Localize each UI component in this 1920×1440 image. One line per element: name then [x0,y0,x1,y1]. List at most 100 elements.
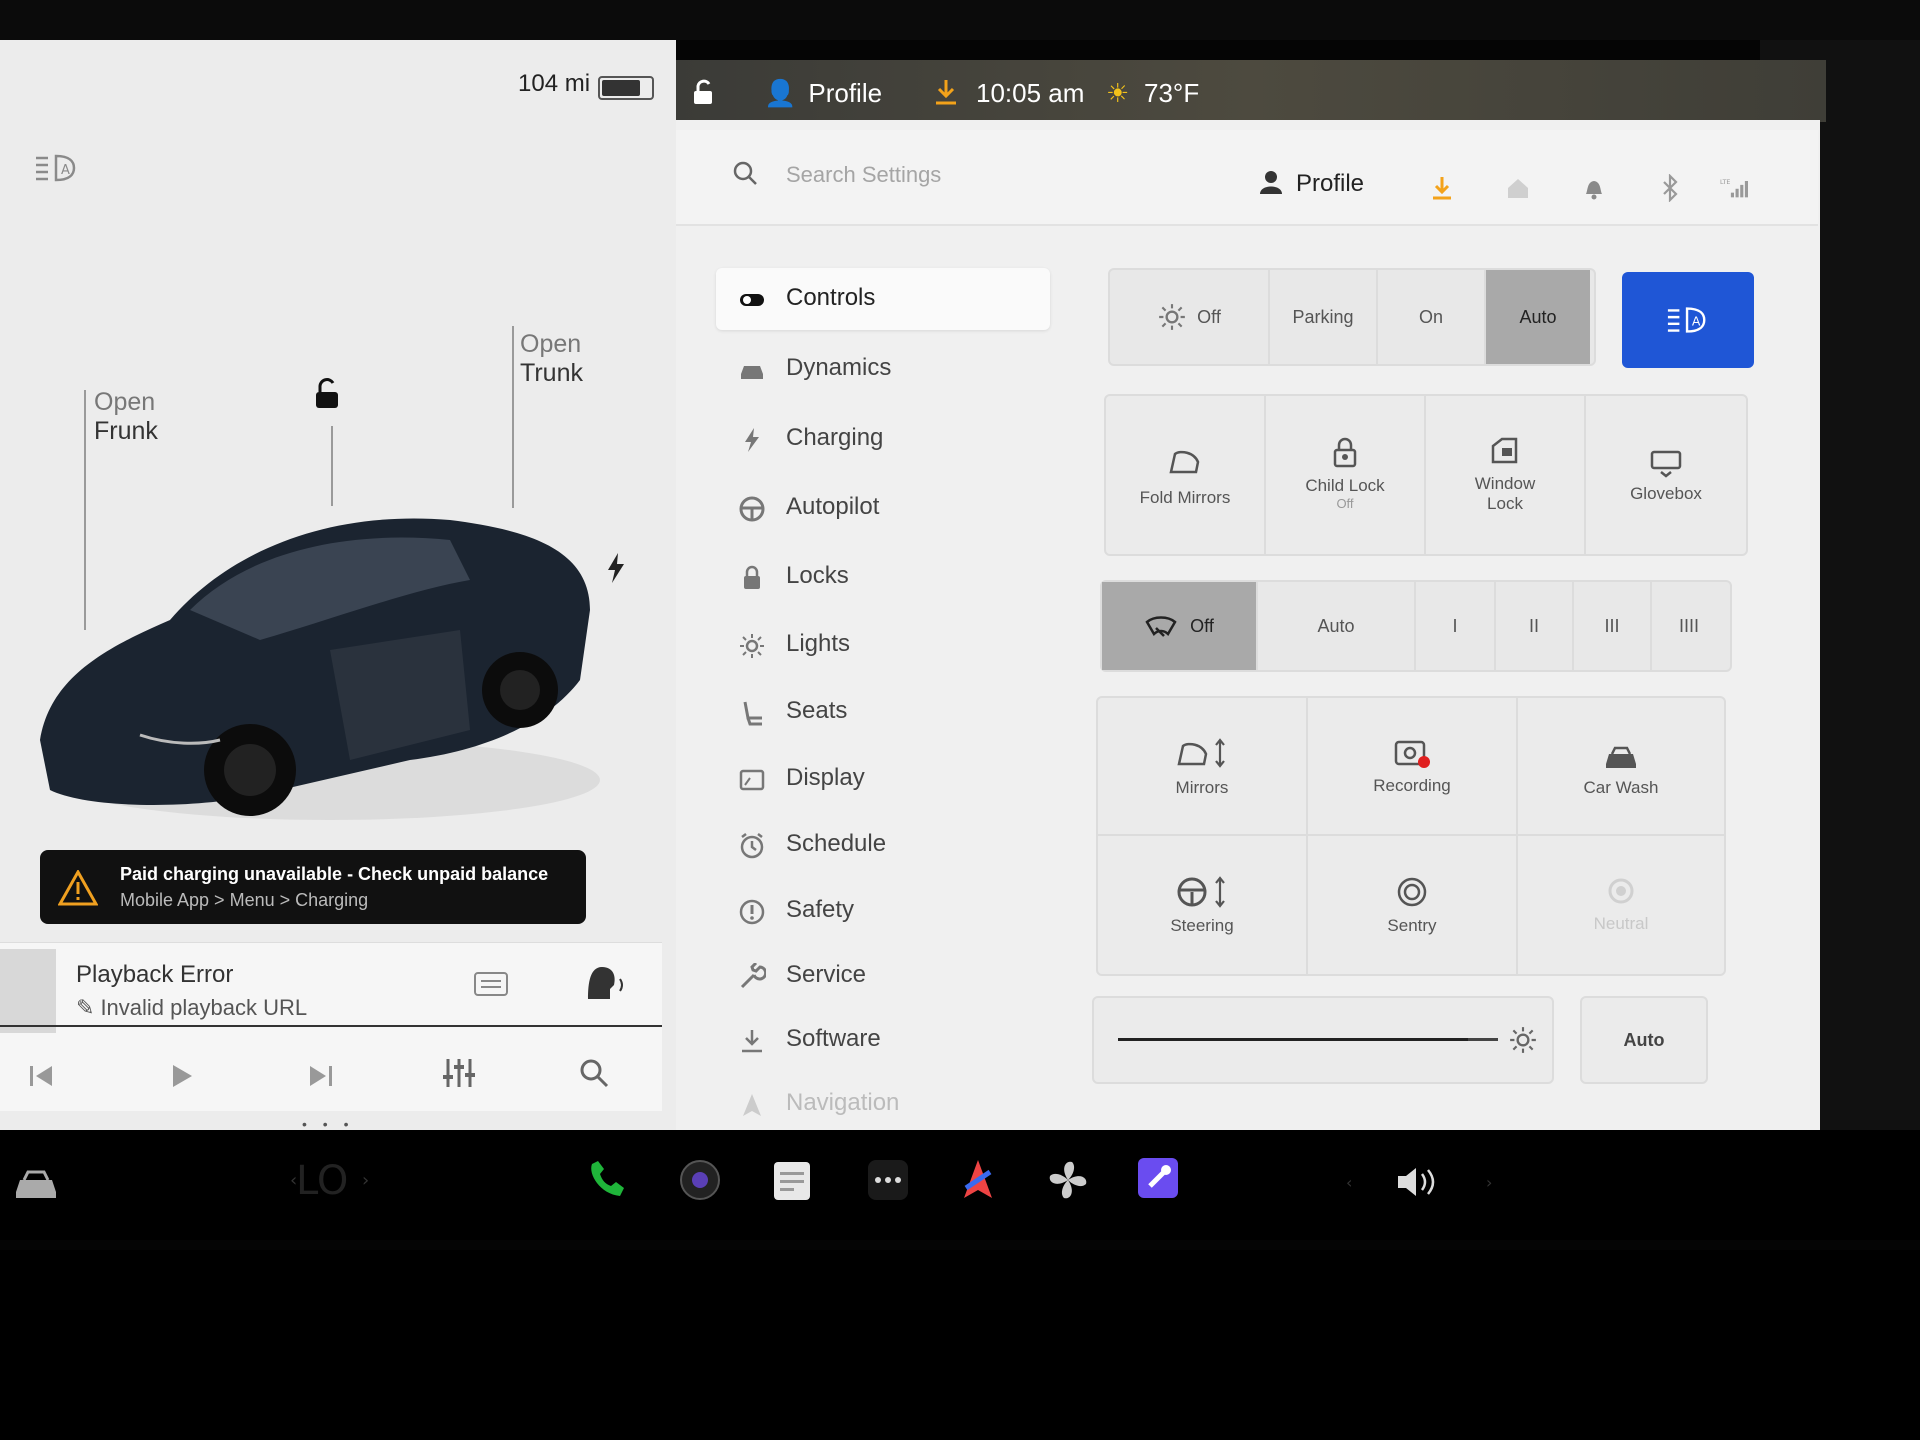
car-image [40,518,600,820]
header-profile-label: Profile [1296,170,1365,197]
navigation-icon [743,1094,761,1116]
charge-port-icon[interactable] [606,553,626,591]
nav-charging-label: Charging [786,424,884,451]
auto-high-beam-button[interactable]: A [1622,272,1754,368]
nav-charging[interactable]: Charging [716,408,1050,470]
charging-alert[interactable]: Paid charging unavailable - Check unpaid… [40,850,586,924]
nav-dynamics[interactable]: Dynamics [716,338,1050,400]
nav-display[interactable]: Display [716,748,1050,810]
battery-fill [602,80,641,96]
frunk-label-line2: Frunk [94,417,158,445]
next-track-icon[interactable] [308,1063,334,1096]
wiper-auto-option[interactable]: Auto [1258,582,1416,670]
nav-safety[interactable]: Safety [716,880,1050,942]
child-lock-icon [1333,437,1357,468]
child-lock-button[interactable]: Child Lock Off [1266,396,1426,554]
nav-controls[interactable]: Controls [716,268,1050,330]
nav-seats[interactable]: Seats [716,681,1050,743]
neutral-tow-icon [1608,878,1634,904]
glovebox-icon [1650,450,1682,478]
car-wash-button[interactable]: Car Wash [1518,698,1724,836]
homelink-icon[interactable] [1504,174,1532,202]
equalizer-icon[interactable] [442,1057,476,1096]
temperature-control[interactable]: ‹ LO › [290,1158,370,1208]
wiper-speed-4-label: IIII [1678,615,1699,636]
unlock-icon[interactable] [310,376,344,410]
play-icon[interactable] [170,1063,194,1096]
volume-control[interactable]: ‹ › [1346,1160,1496,1208]
navigation-app-icon[interactable] [956,1158,1004,1206]
notifications-icon[interactable] [1580,174,1608,202]
status-profile[interactable]: 👤 Profile [764,78,882,109]
lyrics-icon[interactable] [474,971,508,1003]
open-frunk-button[interactable]: Open Frunk [94,388,158,446]
nav-autopilot[interactable]: Autopilot [716,477,1050,539]
wiper-off-option[interactable]: Off [1102,582,1258,670]
voice-icon[interactable] [584,963,628,1010]
open-trunk-button[interactable]: Open Trunk [520,330,583,388]
svg-text:A: A [1692,314,1701,329]
svg-text:A: A [61,163,70,178]
nav-service[interactable]: Service [716,945,1050,1007]
fold-mirrors-button[interactable]: Fold Mirrors [1106,396,1266,554]
search-settings-input[interactable] [784,156,1148,194]
status-profile-label: Profile [808,78,883,108]
wiper-speed-4[interactable]: IIII [1652,582,1726,670]
window-lock-button[interactable]: Window Lock [1426,396,1586,554]
lights-auto-option[interactable]: Auto [1486,270,1590,364]
alert-title: Paid charging unavailable - Check unpaid… [120,864,549,884]
steering-button[interactable]: Steering [1098,836,1308,974]
lights-on-option[interactable]: On [1378,270,1486,364]
window-lock-icon [1491,437,1518,464]
phone-icon[interactable] [584,1158,632,1206]
nav-software[interactable]: Software [716,1009,1050,1071]
wiper-speed-2[interactable]: II [1496,582,1574,670]
sentry-icon [1397,877,1427,907]
wiper-speed-3[interactable]: III [1574,582,1652,670]
camera-icon[interactable] [678,1158,726,1206]
voice-command-icon[interactable] [1138,1158,1186,1206]
software-update-icon[interactable] [1428,174,1456,202]
wiper-speed-1[interactable]: I [1416,582,1496,670]
status-lock-icon[interactable] [690,78,718,113]
glovebox-button[interactable]: Glovebox [1586,396,1746,554]
sentry-button[interactable]: Sentry [1308,836,1518,974]
settings-header: Profile LTE [676,130,1818,226]
playback-progress[interactable] [0,1025,662,1027]
car-icon [741,366,763,379]
mirrors-button[interactable]: Mirrors [1098,698,1308,836]
car-dock-icon[interactable] [12,1162,60,1210]
auto-high-beam-icon: A [1667,307,1706,333]
brightness-control [1092,996,1554,1084]
header-profile-button[interactable]: Profile [1260,170,1364,198]
bluetooth-icon[interactable] [1656,174,1684,202]
nav-safety-label: Safety [786,896,855,923]
previous-track-icon[interactable] [28,1063,54,1096]
action-tiles: Mirrors Recording Car Wash Steering Sent… [1096,696,1726,976]
headlights-selector: Off Parking On Auto [1108,268,1596,366]
calendar-icon[interactable] [772,1158,820,1206]
lights-off-option[interactable]: Off [1110,270,1270,364]
nav-dynamics-label: Dynamics [786,354,892,381]
display-icon [739,769,765,791]
nav-seats-label: Seats [786,697,848,724]
recording-button[interactable]: Recording [1308,698,1518,836]
more-apps-icon[interactable] [866,1158,914,1206]
lights-parking-option[interactable]: Parking [1270,270,1378,364]
wiper-selector: Off Auto I II III IIII [1100,580,1732,672]
nav-lights[interactable]: Lights [716,614,1050,676]
wiper-icon [1145,616,1177,637]
nav-locks[interactable]: Locks [716,546,1050,608]
fan-icon[interactable] [1046,1158,1094,1206]
status-temperature[interactable]: 73°F [1144,78,1199,109]
media-search-icon[interactable] [578,1057,610,1096]
nav-schedule[interactable]: Schedule [716,814,1050,876]
mirror-icon [1169,450,1200,474]
brightness-slider[interactable] [1118,1038,1498,1041]
brightness-auto-button[interactable]: Auto [1580,996,1708,1084]
nav-software-label: Software [786,1025,881,1052]
nav-navigation[interactable]: Navigation [716,1073,1050,1135]
wiper-auto-label: Auto [1317,615,1355,636]
neutral-button[interactable]: Neutral [1518,836,1724,974]
status-download-icon[interactable] [934,78,958,113]
